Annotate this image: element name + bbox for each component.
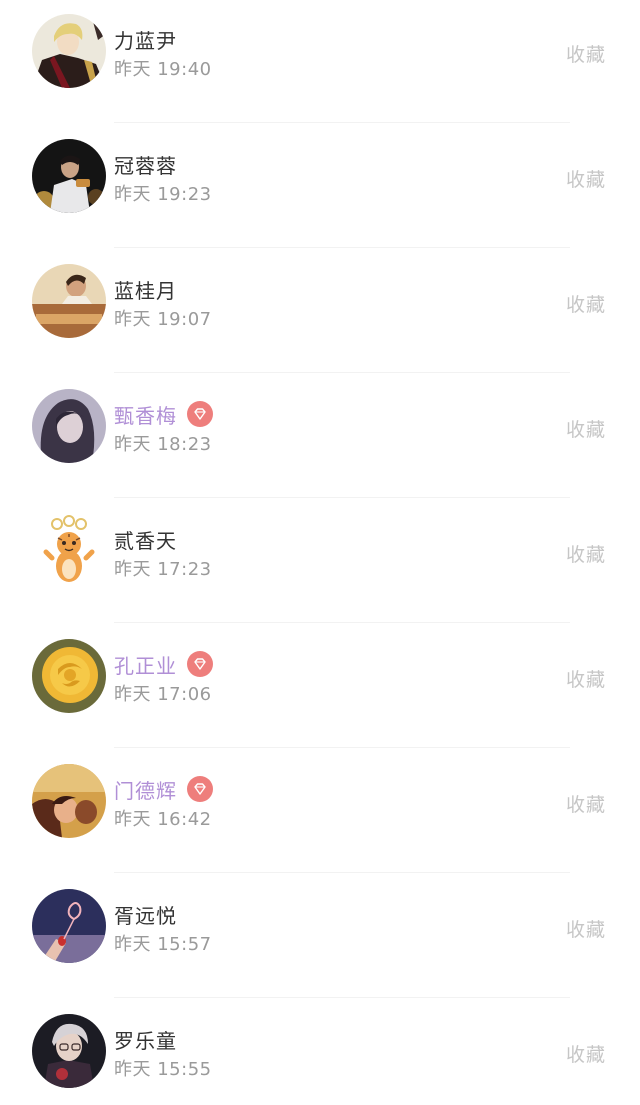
divider xyxy=(114,872,570,873)
avatar[interactable] xyxy=(32,764,106,838)
user-name[interactable]: 孔正业 xyxy=(114,650,177,679)
favorite-time: 昨天 19:40 xyxy=(114,59,212,80)
avatar[interactable] xyxy=(32,889,106,963)
list-item[interactable]: 甄香梅 昨天 18:23 收藏 xyxy=(0,375,640,500)
user-name[interactable]: 蓝桂月 xyxy=(114,275,177,304)
diamond-icon xyxy=(194,408,206,420)
avatar[interactable] xyxy=(32,139,106,213)
user-name[interactable]: 胥远悦 xyxy=(114,900,177,929)
user-name[interactable]: 甄香梅 xyxy=(114,400,177,429)
divider xyxy=(114,622,570,623)
user-name[interactable]: 罗乐童 xyxy=(114,1025,177,1054)
favorite-button[interactable]: 收藏 xyxy=(566,415,606,442)
favorite-time: 昨天 15:57 xyxy=(114,934,212,955)
user-name[interactable]: 力蓝尹 xyxy=(114,25,177,54)
divider xyxy=(114,372,570,373)
divider xyxy=(114,747,570,748)
list-item[interactable]: 贰香天 昨天 17:23 收藏 xyxy=(0,500,640,625)
favorite-time: 昨天 19:07 xyxy=(114,309,212,330)
favorite-button[interactable]: 收藏 xyxy=(566,165,606,192)
list-item[interactable]: 门德辉 昨天 16:42 收藏 xyxy=(0,750,640,875)
user-name-line: 门德辉 xyxy=(114,774,213,804)
favorite-button[interactable]: 收藏 xyxy=(566,915,606,942)
user-name-line: 甄香梅 xyxy=(114,399,213,429)
divider xyxy=(114,997,570,998)
user-name[interactable]: 冠蓉蓉 xyxy=(114,150,177,179)
avatar[interactable] xyxy=(32,264,106,338)
favorites-user-list: 力蓝尹 昨天 19:40 收藏 冠蓉蓉 昨天 19:23 收藏 蓝桂月 昨天 1… xyxy=(0,0,640,1105)
favorite-time: 昨天 18:23 xyxy=(114,434,212,455)
list-item[interactable]: 胥远悦 昨天 15:57 收藏 xyxy=(0,875,640,1000)
vip-badge xyxy=(187,401,213,427)
favorite-button[interactable]: 收藏 xyxy=(566,540,606,567)
user-name-line: 力蓝尹 xyxy=(114,24,177,54)
favorite-button[interactable]: 收藏 xyxy=(566,290,606,317)
divider xyxy=(114,247,570,248)
favorite-time: 昨天 19:23 xyxy=(114,184,212,205)
favorite-button[interactable]: 收藏 xyxy=(566,40,606,67)
favorite-button[interactable]: 收藏 xyxy=(566,665,606,692)
avatar[interactable] xyxy=(32,389,106,463)
list-item[interactable]: 罗乐童 昨天 15:55 收藏 xyxy=(0,1000,640,1105)
favorite-button[interactable]: 收藏 xyxy=(566,1040,606,1067)
user-name-line: 蓝桂月 xyxy=(114,274,177,304)
divider xyxy=(114,122,570,123)
list-item[interactable]: 冠蓉蓉 昨天 19:23 收藏 xyxy=(0,125,640,250)
favorite-time: 昨天 16:42 xyxy=(114,809,212,830)
favorite-time: 昨天 15:55 xyxy=(114,1059,212,1080)
user-name[interactable]: 门德辉 xyxy=(114,775,177,804)
user-name-line: 贰香天 xyxy=(114,524,177,554)
list-item[interactable]: 蓝桂月 昨天 19:07 收藏 xyxy=(0,250,640,375)
vip-badge xyxy=(187,776,213,802)
favorite-time: 昨天 17:23 xyxy=(114,559,212,580)
user-name[interactable]: 贰香天 xyxy=(114,525,177,554)
diamond-icon xyxy=(194,783,206,795)
vip-badge xyxy=(187,651,213,677)
user-name-line: 冠蓉蓉 xyxy=(114,149,177,179)
favorite-button[interactable]: 收藏 xyxy=(566,790,606,817)
list-item[interactable]: 孔正业 昨天 17:06 收藏 xyxy=(0,625,640,750)
avatar[interactable] xyxy=(32,14,106,88)
divider xyxy=(114,497,570,498)
user-name-line: 胥远悦 xyxy=(114,899,177,929)
avatar[interactable] xyxy=(32,1014,106,1088)
list-item[interactable]: 力蓝尹 昨天 19:40 收藏 xyxy=(0,0,640,125)
user-name-line: 孔正业 xyxy=(114,649,213,679)
user-name-line: 罗乐童 xyxy=(114,1024,177,1054)
favorite-time: 昨天 17:06 xyxy=(114,684,212,705)
diamond-icon xyxy=(194,658,206,670)
avatar[interactable] xyxy=(32,639,106,713)
avatar[interactable] xyxy=(32,514,106,588)
